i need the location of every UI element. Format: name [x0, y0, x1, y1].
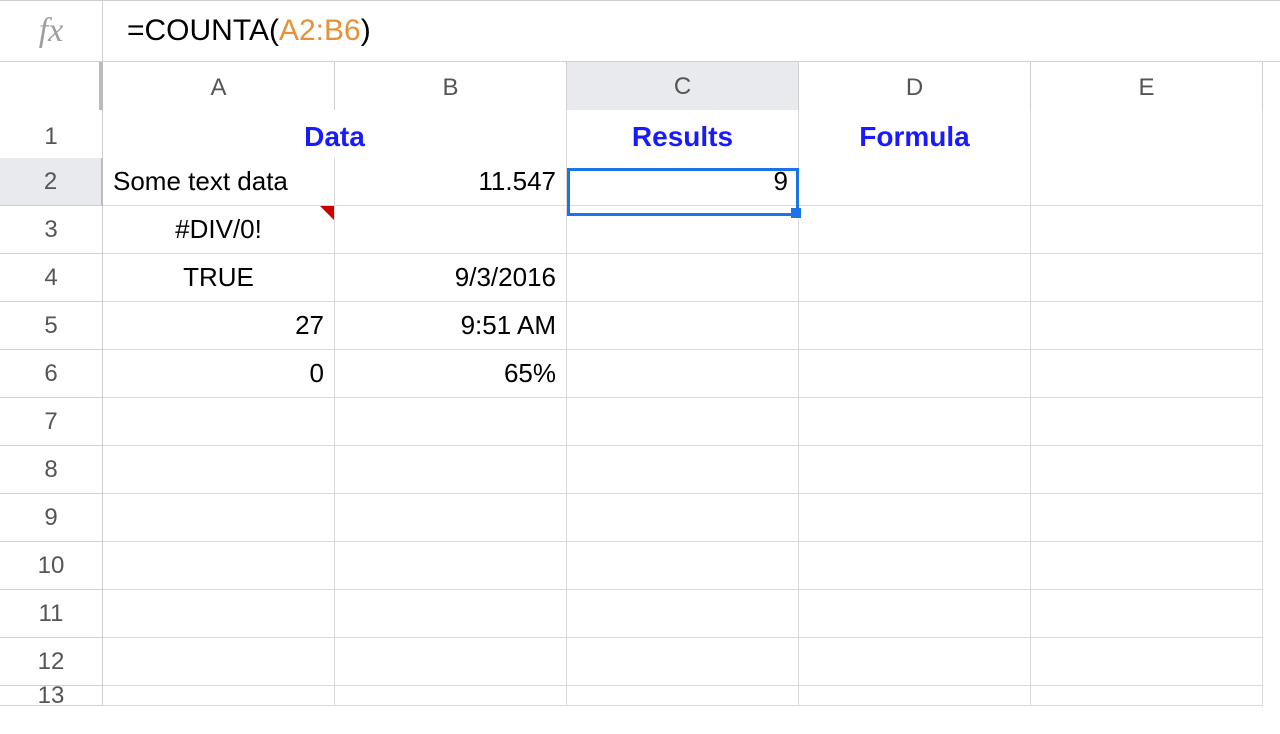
row-header-1[interactable]: 1 — [0, 110, 103, 164]
formula-range-ref: A2:B6 — [279, 14, 361, 47]
cell-C11[interactable] — [567, 590, 799, 638]
cell-B7[interactable] — [335, 398, 567, 446]
col-header-D[interactable]: D — [799, 62, 1031, 114]
cell-D11[interactable] — [799, 590, 1031, 638]
cell-D8[interactable] — [799, 446, 1031, 494]
row-header-8[interactable]: 8 — [0, 446, 103, 494]
cell-E13[interactable] — [1031, 686, 1263, 706]
col-header-B[interactable]: B — [335, 62, 567, 114]
fx-icon[interactable]: fx — [0, 1, 103, 61]
cell-C9[interactable] — [567, 494, 799, 542]
cell-C10[interactable] — [567, 542, 799, 590]
col-header-A[interactable]: A — [103, 62, 335, 114]
cell-A12[interactable] — [103, 638, 335, 686]
cell-D12[interactable] — [799, 638, 1031, 686]
cell-C8[interactable] — [567, 446, 799, 494]
cell-C5[interactable] — [567, 302, 799, 350]
col-header-E[interactable]: E — [1031, 62, 1263, 114]
cell-C4[interactable] — [567, 254, 799, 302]
cell-C1-header-results[interactable]: Results — [567, 110, 799, 164]
cell-B2[interactable]: 11.547 — [335, 158, 567, 206]
cell-B10[interactable] — [335, 542, 567, 590]
cell-B4[interactable]: 9/3/2016 — [335, 254, 567, 302]
cell-D7[interactable] — [799, 398, 1031, 446]
cell-A6[interactable]: 0 — [103, 350, 335, 398]
cell-B12[interactable] — [335, 638, 567, 686]
cell-B11[interactable] — [335, 590, 567, 638]
cell-B9[interactable] — [335, 494, 567, 542]
col-header-C[interactable]: C — [567, 62, 799, 114]
cell-B3[interactable] — [335, 206, 567, 254]
cell-C2[interactable]: 9 — [567, 158, 799, 206]
row-header-7[interactable]: 7 — [0, 398, 103, 446]
formula-prefix: =COUNTA( — [127, 14, 279, 47]
row-header-10[interactable]: 10 — [0, 542, 103, 590]
cell-A7[interactable] — [103, 398, 335, 446]
cell-E5[interactable] — [1031, 302, 1263, 350]
cell-E11[interactable] — [1031, 590, 1263, 638]
cell-E3[interactable] — [1031, 206, 1263, 254]
cell-D4[interactable] — [799, 254, 1031, 302]
select-all-corner[interactable] — [0, 62, 103, 114]
cell-E8[interactable] — [1031, 446, 1263, 494]
row-header-5[interactable]: 5 — [0, 302, 103, 350]
cell-A4[interactable]: TRUE — [103, 254, 335, 302]
row-header-11[interactable]: 11 — [0, 590, 103, 638]
row-header-2[interactable]: 2 — [0, 158, 103, 206]
cell-C3[interactable] — [567, 206, 799, 254]
cell-A9[interactable] — [103, 494, 335, 542]
cell-D6[interactable] — [799, 350, 1031, 398]
cell-B5[interactable]: 9:51 AM — [335, 302, 567, 350]
formula-suffix: ) — [361, 14, 371, 47]
cell-D3[interactable] — [799, 206, 1031, 254]
cell-B8[interactable] — [335, 446, 567, 494]
cell-B6[interactable]: 65% — [335, 350, 567, 398]
formula-input[interactable]: =COUNTA(A2:B6) — [103, 14, 1280, 48]
cell-D13[interactable] — [799, 686, 1031, 706]
row-header-12[interactable]: 12 — [0, 638, 103, 686]
cell-D9[interactable] — [799, 494, 1031, 542]
cell-A8[interactable] — [103, 446, 335, 494]
cell-E2[interactable] — [1031, 158, 1263, 206]
cell-C13[interactable] — [567, 686, 799, 706]
cell-E12[interactable] — [1031, 638, 1263, 686]
cell-AB1-header-data[interactable]: Data — [103, 110, 567, 164]
cell-C12[interactable] — [567, 638, 799, 686]
cell-E1[interactable] — [1031, 110, 1263, 164]
cell-D5[interactable] — [799, 302, 1031, 350]
cell-A11[interactable] — [103, 590, 335, 638]
spreadsheet-grid[interactable]: A B C D E 1 Data Results Formula 2 Some … — [0, 62, 1280, 734]
cell-E6[interactable] — [1031, 350, 1263, 398]
cell-A5[interactable]: 27 — [103, 302, 335, 350]
cell-A13[interactable] — [103, 686, 335, 706]
cell-C7[interactable] — [567, 398, 799, 446]
cell-A10[interactable] — [103, 542, 335, 590]
row-header-4[interactable]: 4 — [0, 254, 103, 302]
cell-D10[interactable] — [799, 542, 1031, 590]
error-text: #DIV/0! — [175, 214, 262, 245]
cell-A3-error[interactable]: #DIV/0! — [103, 206, 335, 254]
cell-E9[interactable] — [1031, 494, 1263, 542]
row-header-6[interactable]: 6 — [0, 350, 103, 398]
cell-E10[interactable] — [1031, 542, 1263, 590]
cell-C6[interactable] — [567, 350, 799, 398]
cell-E4[interactable] — [1031, 254, 1263, 302]
row-header-13[interactable]: 13 — [0, 686, 103, 706]
cell-E7[interactable] — [1031, 398, 1263, 446]
cell-A2[interactable]: Some text data — [103, 158, 335, 206]
cell-D1-header-formula[interactable]: Formula — [799, 110, 1031, 164]
row-header-9[interactable]: 9 — [0, 494, 103, 542]
cell-B13[interactable] — [335, 686, 567, 706]
error-indicator-icon — [320, 206, 334, 220]
row-header-3[interactable]: 3 — [0, 206, 103, 254]
cell-D2[interactable] — [799, 158, 1031, 206]
formula-bar: fx =COUNTA(A2:B6) — [0, 0, 1280, 62]
